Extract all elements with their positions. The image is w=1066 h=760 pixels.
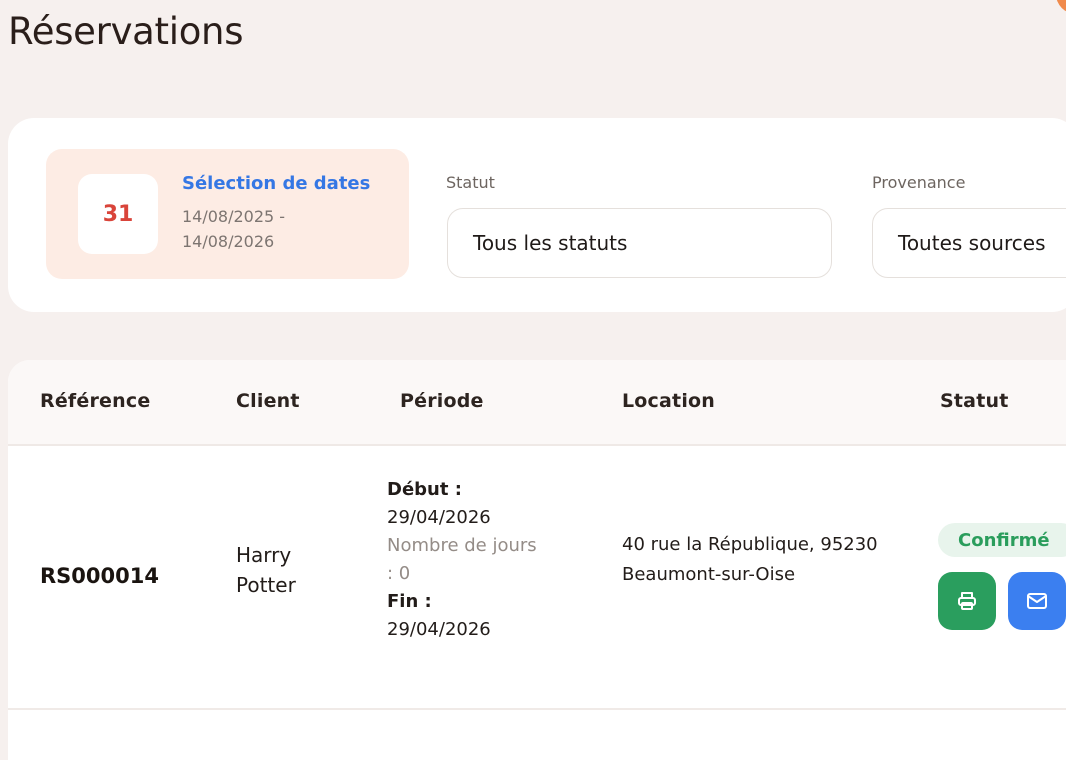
column-header-location[interactable]: Location — [622, 390, 715, 412]
user-avatar-badge[interactable] — [1056, 0, 1066, 14]
calendar-icon: 31 — [78, 174, 158, 254]
period-end-label: Fin : — [387, 591, 432, 612]
period-days-count: Nombre de jours : 0 — [387, 535, 537, 584]
period-start-label: Début : — [387, 479, 462, 500]
period-start-date: 29/04/2026 — [387, 507, 491, 528]
status-badge: Confirmé — [938, 523, 1066, 557]
source-filter-select[interactable]: Toutes sources — [872, 208, 1066, 278]
status-filter-label: Statut — [446, 173, 495, 192]
calendar-day-number: 31 — [102, 201, 134, 227]
print-button[interactable] — [938, 572, 996, 630]
filter-panel: 31 Sélection de dates 14/08/2025 - 14/08… — [8, 118, 1066, 312]
email-button[interactable] — [1008, 572, 1066, 630]
page-title: Réservations — [8, 10, 244, 53]
table-row[interactable]: RS000014 Harry Potter Début : 29/04/2026… — [8, 446, 1066, 710]
source-filter-label: Provenance — [872, 173, 966, 192]
column-header-client[interactable]: Client — [236, 390, 300, 412]
reservation-location: 40 rue la République, 95230 Beaumont-sur… — [622, 534, 878, 585]
date-picker-label: Sélection de dates — [182, 173, 371, 194]
reservation-period: Début : 29/04/2026 Nombre de jours : 0 F… — [387, 476, 547, 644]
reservations-table: Référence Client Période Location Statut… — [8, 360, 1066, 760]
date-range-picker[interactable]: 31 Sélection de dates 14/08/2025 - 14/08… — [46, 149, 409, 279]
column-header-period[interactable]: Période — [400, 390, 484, 412]
status-filter-select[interactable]: Tous les statuts — [447, 208, 832, 278]
reservation-reference[interactable]: RS000014 — [40, 564, 159, 588]
column-header-reference[interactable]: Référence — [40, 390, 150, 412]
mail-icon — [1027, 593, 1047, 609]
date-range-value: 14/08/2025 - 14/08/2026 — [182, 207, 286, 251]
printer-icon — [958, 592, 976, 610]
table-header: Référence Client Période Location Statut — [8, 360, 1066, 446]
period-end-date: 29/04/2026 — [387, 619, 491, 640]
reservation-client: Harry Potter — [236, 543, 296, 597]
column-header-status[interactable]: Statut — [940, 390, 1008, 412]
